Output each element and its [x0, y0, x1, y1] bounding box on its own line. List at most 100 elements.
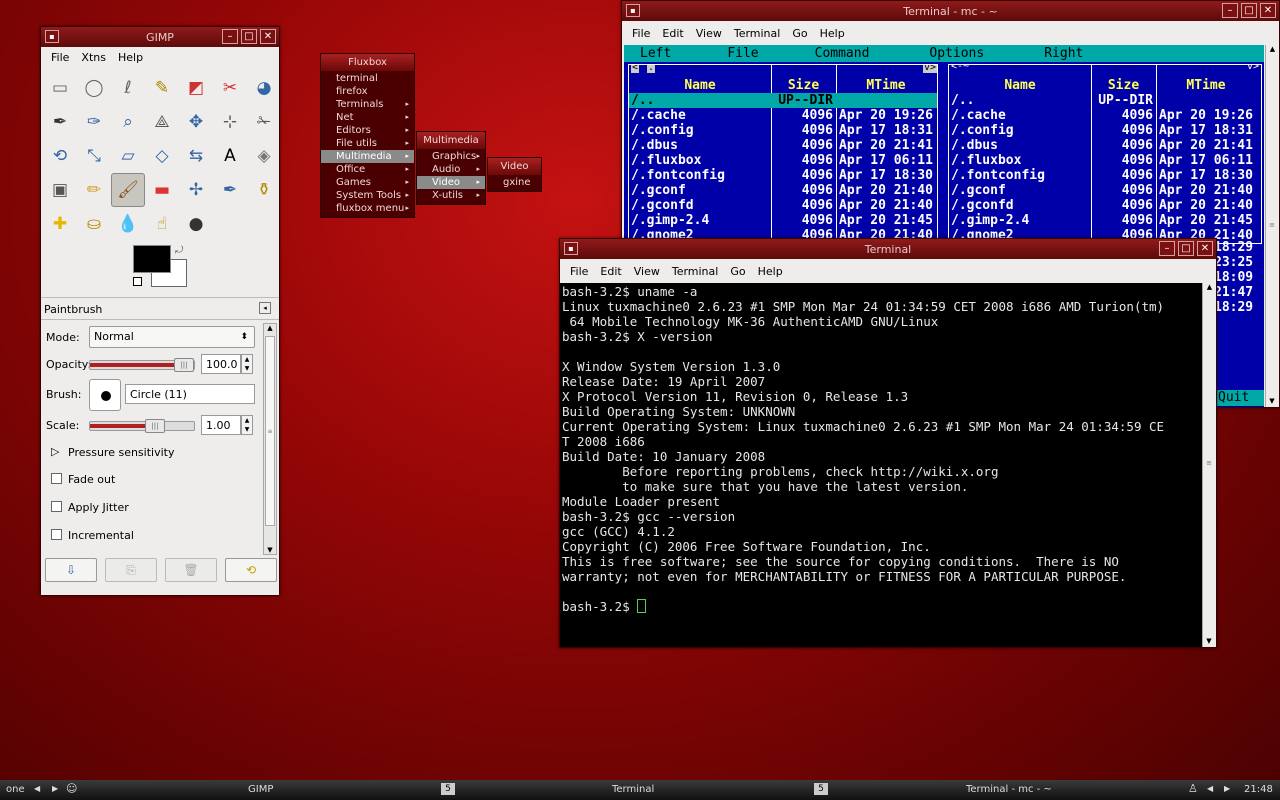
- swap-colors-icon[interactable]: ⤾: [175, 245, 183, 256]
- terminal-menu-edit[interactable]: Edit: [594, 265, 627, 278]
- mc-file-row[interactable]: /.fontconfig 4096 Apr 17 18:30: [949, 168, 1261, 183]
- terminal-menu-go[interactable]: Go: [724, 265, 751, 278]
- color-picker-icon[interactable]: ✑: [77, 105, 111, 139]
- ink-icon[interactable]: ✒: [213, 173, 247, 207]
- mc-file-row[interactable]: /.gimp-2.4 4096 Apr 20 21:45: [629, 213, 937, 228]
- terminal-menu-view[interactable]: View: [628, 265, 666, 278]
- pencil-icon[interactable]: ✏: [77, 173, 111, 207]
- scale-slider[interactable]: [89, 421, 195, 431]
- scroll-up-icon[interactable]: ▲: [1266, 45, 1279, 53]
- mc-menu-options[interactable]: Options: [929, 45, 984, 62]
- terminal-menu-terminal[interactable]: Terminal: [666, 265, 725, 278]
- task-terminal[interactable]: Terminal: [612, 784, 654, 795]
- crop-icon[interactable]: ✁: [247, 105, 281, 139]
- mc-menu-command[interactable]: Command: [815, 45, 870, 62]
- dodge-burn-icon[interactable]: ●: [179, 207, 213, 241]
- perspective-icon[interactable]: ◇: [145, 139, 179, 173]
- pressure-sensitivity-expander[interactable]: Pressure sensitivity: [68, 446, 174, 459]
- mc-column-size[interactable]: Size: [1091, 78, 1156, 93]
- zoom-icon[interactable]: ⌕: [111, 105, 145, 139]
- prev-window-icon[interactable]: ◀: [1207, 784, 1213, 793]
- system-tray-icon[interactable]: ♙: [1188, 782, 1198, 795]
- close-icon[interactable]: ✕: [1197, 241, 1213, 256]
- mc-quit-key[interactable]: Quit: [1216, 390, 1264, 406]
- panel-history-icon[interactable]: v>: [922, 65, 937, 73]
- ellipse-select-icon[interactable]: ◯: [77, 71, 111, 105]
- mc-file-row[interactable]: /.fluxbox 4096 Apr 17 06:11: [629, 153, 937, 168]
- mc-file-row[interactable]: /.fluxbox 4096 Apr 17 06:11: [949, 153, 1261, 168]
- gimp-titlebar[interactable]: ▪ GIMP – □ ✕: [41, 27, 279, 47]
- opacity-spinner[interactable]: ▲ ▼: [241, 354, 253, 374]
- mc-terminal-menu-terminal[interactable]: Terminal: [728, 27, 787, 40]
- mode-select[interactable]: Normal ⬍: [89, 326, 255, 348]
- scale-input[interactable]: 1.00: [201, 415, 241, 435]
- scale-icon[interactable]: ⤡: [77, 139, 111, 173]
- terminal-scrollbar[interactable]: ▲ ≡ ▼: [1202, 283, 1216, 647]
- clone-icon[interactable]: ⚱: [247, 173, 281, 207]
- mc-file-row[interactable]: /.cache 4096 Apr 20 19:26: [949, 108, 1261, 123]
- rect-select-icon[interactable]: ▭: [43, 71, 77, 105]
- incremental-checkbox[interactable]: [51, 529, 62, 540]
- rotate-icon[interactable]: ⟲: [43, 139, 77, 173]
- gimp-menu-file[interactable]: File: [45, 51, 75, 64]
- lasso-icon[interactable]: ℓ: [111, 71, 145, 105]
- maximize-icon[interactable]: □: [1178, 241, 1194, 256]
- shear-icon[interactable]: ▱: [111, 139, 145, 173]
- mc-column-name[interactable]: Name: [949, 78, 1091, 93]
- bucket-fill-icon[interactable]: ◈: [247, 139, 281, 173]
- mc-file-row[interactable]: /.gimp-2.4 4096 Apr 20 21:45: [949, 213, 1261, 228]
- text-icon[interactable]: A: [213, 139, 247, 173]
- foreground-select-icon[interactable]: ◕: [247, 71, 281, 105]
- task-gimp[interactable]: GIMP: [248, 784, 273, 795]
- mc-file-row[interactable]: /.config 4096 Apr 17 18:31: [949, 123, 1261, 138]
- minimize-icon[interactable]: –: [1222, 3, 1238, 18]
- foreground-color-swatch[interactable]: [133, 245, 171, 273]
- pressure-expander-icon[interactable]: ▷: [51, 445, 59, 458]
- mc-menu-right[interactable]: Right: [1044, 45, 1083, 62]
- mc-file-row[interactable]: /.config 4096 Apr 17 18:31: [629, 123, 937, 138]
- mc-file-row[interactable]: /.cache 4096 Apr 20 19:26: [629, 108, 937, 123]
- window-menu-icon[interactable]: ▪: [564, 242, 578, 255]
- blur-icon[interactable]: 💧: [111, 207, 145, 241]
- airbrush-icon[interactable]: ✢: [179, 173, 213, 207]
- multimedia-item-x-utils[interactable]: X-utils ▸: [417, 189, 485, 202]
- scrollbar-thumb[interactable]: ≡: [1266, 221, 1278, 229]
- configure-tab-icon[interactable]: ◂: [259, 302, 271, 314]
- brush-name-field[interactable]: Circle (11): [125, 384, 255, 404]
- fluxbox-item-firefox[interactable]: firefox: [321, 85, 414, 98]
- restore-options-button[interactable]: ⎘: [105, 558, 157, 582]
- window-menu-icon[interactable]: ▪: [626, 4, 640, 17]
- options-scrollbar[interactable]: ▲ ≡ ▼: [263, 323, 277, 555]
- fluxbox-item-fluxbox-menu[interactable]: fluxbox menu ▸: [321, 202, 414, 215]
- fluxbox-item-system-tools[interactable]: System Tools ▸: [321, 189, 414, 202]
- maximize-icon[interactable]: □: [241, 29, 257, 44]
- reset-options-button[interactable]: ⟲: [225, 558, 277, 582]
- paths-icon[interactable]: ✒: [43, 105, 77, 139]
- fluxbox-item-terminal[interactable]: terminal: [321, 72, 414, 85]
- scale-slider-handle[interactable]: |||: [145, 419, 165, 433]
- measure-icon[interactable]: ⟁: [145, 105, 179, 139]
- workspace-name[interactable]: one: [6, 784, 25, 795]
- multimedia-item-video[interactable]: Video ▸: [417, 176, 485, 189]
- gimp-menu-xtns[interactable]: Xtns: [75, 51, 112, 64]
- mc-file-row[interactable]: /.fontconfig 4096 Apr 17 18:30: [629, 168, 937, 183]
- opacity-slider-handle[interactable]: |||: [174, 358, 194, 372]
- scrollbar-thumb[interactable]: ≡: [1203, 459, 1215, 467]
- mc-column-name[interactable]: Name: [629, 78, 771, 93]
- smudge-icon[interactable]: ☝: [145, 207, 179, 241]
- default-colors-icon[interactable]: [133, 277, 142, 286]
- save-options-button[interactable]: ⇩: [45, 558, 97, 582]
- flip-icon[interactable]: ⇆: [179, 139, 213, 173]
- close-icon[interactable]: ✕: [1260, 3, 1276, 18]
- multimedia-item-audio[interactable]: Audio ▸: [417, 163, 485, 176]
- fluxbox-item-games[interactable]: Games ▸: [321, 176, 414, 189]
- mc-column-mtime[interactable]: MTime: [836, 78, 936, 93]
- next-workspace-icon[interactable]: ▶: [52, 784, 58, 793]
- fluxbox-item-multimedia[interactable]: Multimedia ▸: [321, 150, 414, 163]
- fade-out-checkbox[interactable]: [51, 473, 62, 484]
- eraser-icon[interactable]: ▬: [145, 173, 179, 207]
- mc-menu-left[interactable]: Left: [640, 45, 671, 62]
- mc-file-row[interactable]: /.gconf 4096 Apr 20 21:40: [949, 183, 1261, 198]
- mc-terminal-menu-file[interactable]: File: [626, 27, 656, 40]
- next-window-icon[interactable]: ▶: [1224, 784, 1230, 793]
